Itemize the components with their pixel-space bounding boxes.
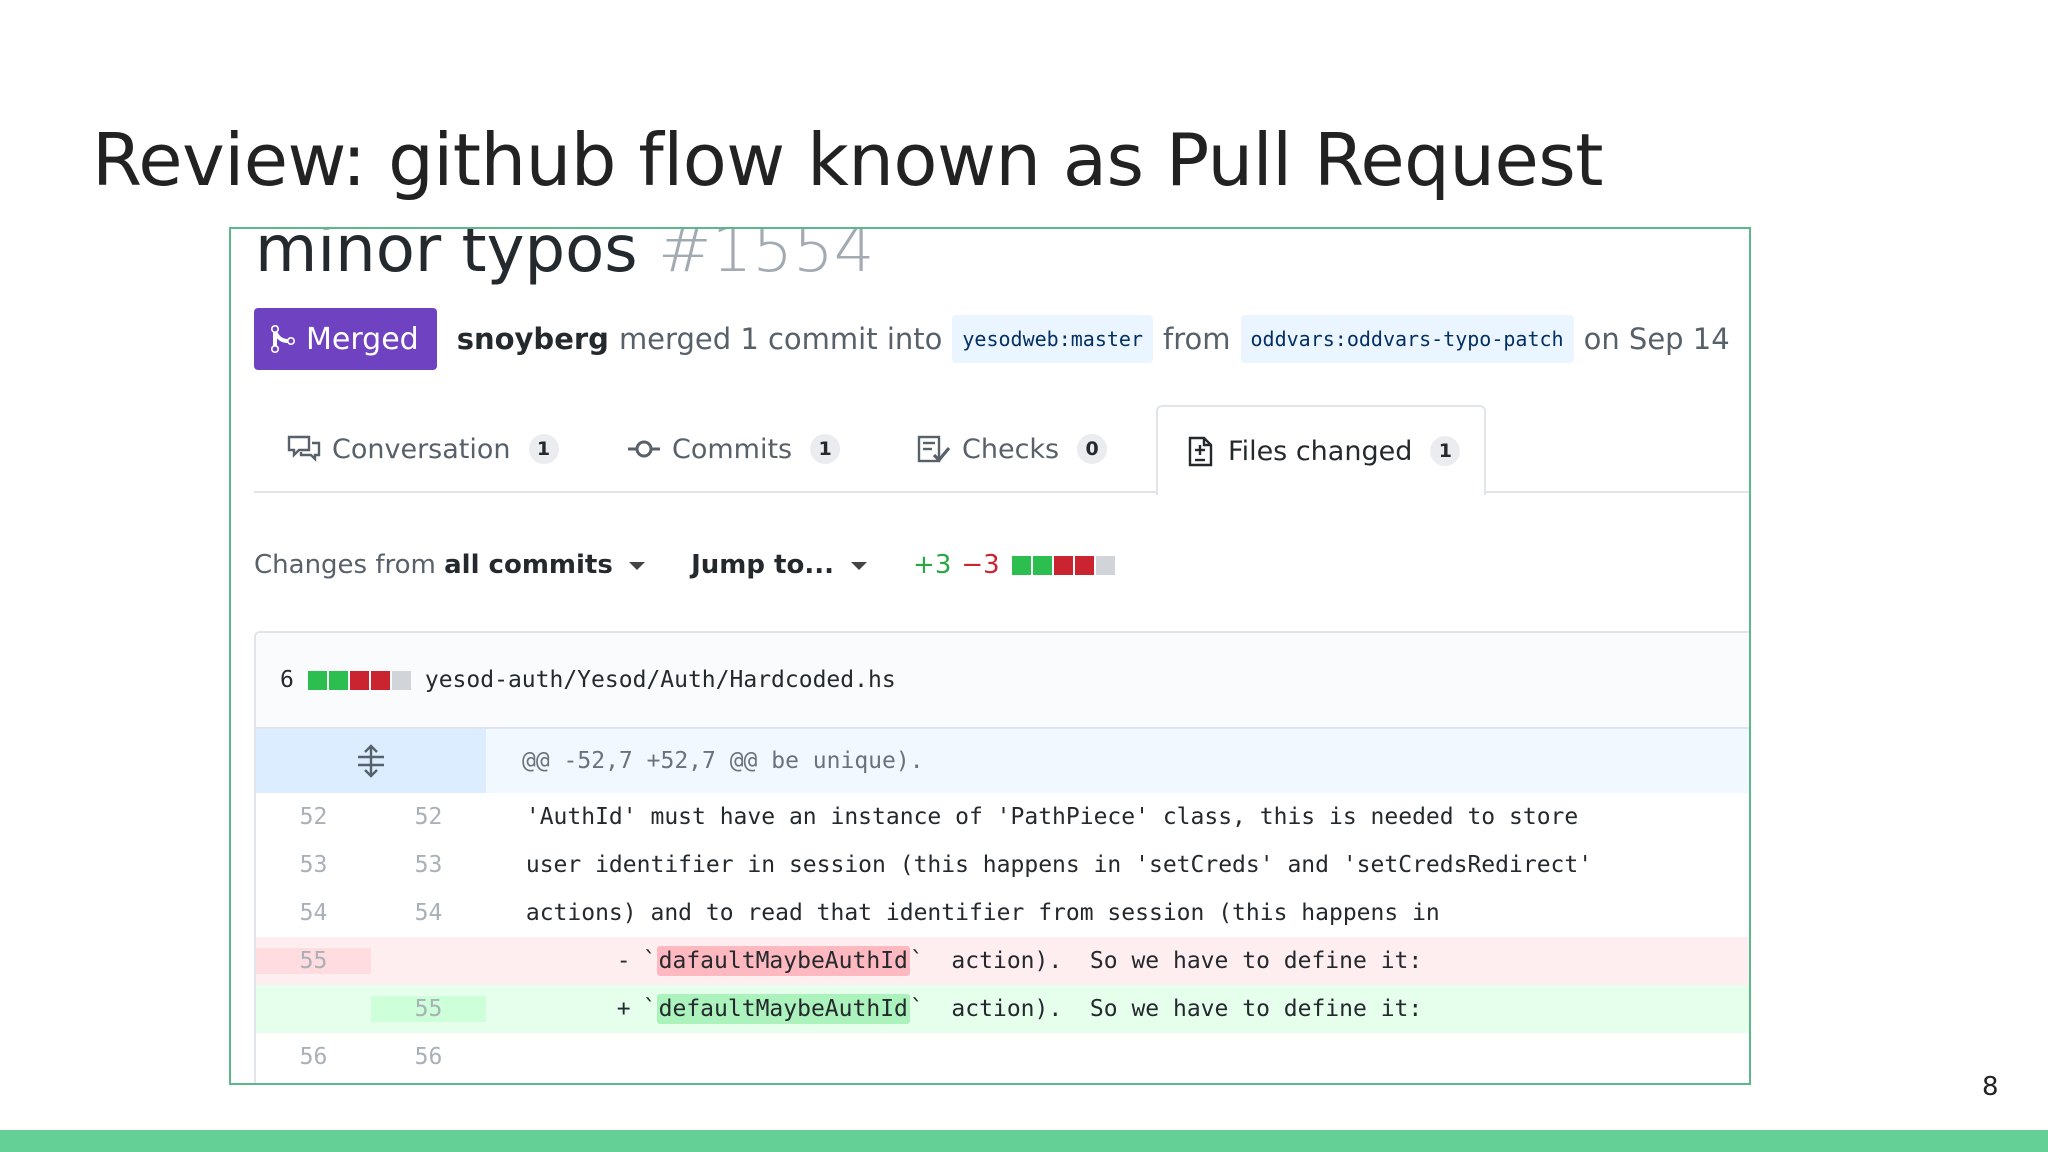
line-code: 'AuthId' must have an instance of 'PathP…: [512, 804, 1579, 830]
diffstat-add-block: [307, 670, 327, 690]
tab-checks[interactable]: Checks 0: [916, 405, 1108, 493]
tab-label: Files changed: [1228, 435, 1413, 467]
file-diff-icon: [1188, 436, 1213, 467]
chevron-down-icon: [629, 561, 646, 570]
git-commit-icon: [628, 440, 660, 458]
new-line-number[interactable]: 52: [371, 804, 486, 830]
pr-meta: Merged snoyberg merged 1 commit into yes…: [254, 308, 1730, 370]
pull-request-screenshot: minor typos #1554 Merged snoyberg merged…: [229, 227, 1751, 1085]
diffstat-add-block: [1011, 555, 1031, 575]
unfold-icon: [358, 744, 384, 778]
date-text: on Sep 14: [1583, 322, 1730, 356]
file-diffstat-blocks: [307, 670, 411, 690]
hunk-header-row: @@ -52,7 +52,7 @@ be unique).: [256, 729, 1749, 793]
changes-value: all commits: [444, 550, 613, 580]
tab-counter: 1: [1430, 436, 1461, 466]
slide-title: Review: github flow known as Pull Reques…: [92, 118, 1604, 202]
expand-button[interactable]: [256, 729, 486, 793]
footer-accent-bar: [0, 1130, 2048, 1152]
tab-counter: 0: [1077, 434, 1108, 464]
merged-text: merged 1 commit into: [618, 322, 943, 356]
tab-commits[interactable]: Commits 1: [626, 405, 841, 493]
diffstat-add-block: [1032, 555, 1052, 575]
base-branch[interactable]: yesodweb:master: [952, 315, 1153, 363]
new-line-number[interactable]: 55: [371, 996, 486, 1022]
diff-line: 52 52 'AuthId' must have an instance of …: [256, 793, 1749, 841]
deletions-count: −3: [961, 550, 1000, 580]
new-line-number[interactable]: 53: [371, 852, 486, 878]
new-line-number[interactable]: 54: [371, 900, 486, 926]
pr-tabs: Conversation 1 Commits 1 Checks 0 Files …: [254, 405, 1749, 495]
pr-number: #1554: [657, 227, 875, 287]
diff-marker: +: [616, 996, 631, 1022]
diffstat-del-block: [1053, 555, 1073, 575]
additions-count: +3: [913, 550, 952, 580]
code-rest: ` action). So we have to define it:: [909, 996, 1423, 1022]
changes-prefix: Changes from: [254, 550, 436, 580]
jump-to-dropdown[interactable]: Jump to...: [691, 550, 868, 580]
chevron-down-icon: [851, 561, 868, 570]
tab-counter: 1: [810, 434, 841, 464]
file-diff: 6 yesod-auth/Yesod/Auth/Hardcoded.hs @@ …: [254, 631, 1749, 1083]
old-line-number[interactable]: 56: [256, 1044, 371, 1070]
file-path-link[interactable]: yesod-auth/Yesod/Auth/Hardcoded.hs: [425, 667, 896, 693]
merged-label: Merged: [306, 321, 419, 357]
new-line-number[interactable]: 56: [371, 1044, 486, 1070]
comment-discussion-icon: [287, 435, 321, 462]
checklist-icon: [917, 435, 951, 463]
page-number: 8: [1982, 1072, 1999, 1102]
diffstat-del-block: [1074, 555, 1094, 575]
git-merge-icon: [271, 324, 295, 353]
diffstat-del-block: [370, 670, 390, 690]
from-text: from: [1163, 322, 1231, 356]
added-word: defaultMaybeAuthId: [656, 994, 910, 1024]
tab-label: Commits: [672, 433, 793, 465]
tab-counter: 1: [528, 434, 559, 464]
head-branch[interactable]: oddvars:oddvars-typo-patch: [1240, 315, 1574, 363]
tab-label: Conversation: [332, 433, 511, 465]
diffstat-neutral-block: [1095, 555, 1115, 575]
old-line-number[interactable]: 55: [256, 948, 371, 974]
old-line-number[interactable]: 52: [256, 804, 371, 830]
line-code: user identifier in session (this happens…: [512, 852, 1593, 878]
diff-line: 53 53 user identifier in session (this h…: [256, 841, 1749, 889]
hunk-header: @@ -52,7 +52,7 @@ be unique).: [522, 748, 924, 774]
pr-title-text: minor typos: [255, 227, 638, 287]
author-link[interactable]: snoyberg: [457, 322, 609, 356]
diff-toolbar: Changes from all commits Jump to... +3 −…: [254, 545, 1115, 585]
diffstat-blocks: [1011, 555, 1115, 575]
tab-conversation[interactable]: Conversation 1: [286, 405, 559, 493]
code-tick: `: [642, 996, 657, 1022]
old-line-number[interactable]: 53: [256, 852, 371, 878]
old-line-number[interactable]: 54: [256, 900, 371, 926]
pr-title: minor typos #1554: [255, 227, 875, 287]
file-header: 6 yesod-auth/Yesod/Auth/Hardcoded.hs: [256, 633, 1749, 729]
tab-label: Checks: [962, 433, 1060, 465]
added-line: 55 + `defaultMaybeAuthId` action). So we …: [256, 985, 1749, 1033]
diffstat-del-block: [349, 670, 369, 690]
diffstat-neutral-block: [391, 670, 411, 690]
file-change-count: 6: [280, 667, 294, 693]
diff-line: 56 56: [256, 1033, 1749, 1081]
diffstat-add-block: [328, 670, 348, 690]
tab-files-changed[interactable]: Files changed 1: [1156, 405, 1487, 495]
merged-badge: Merged: [254, 308, 437, 370]
jump-label: Jump to...: [691, 550, 834, 580]
changes-dropdown[interactable]: Changes from all commits: [254, 550, 646, 580]
